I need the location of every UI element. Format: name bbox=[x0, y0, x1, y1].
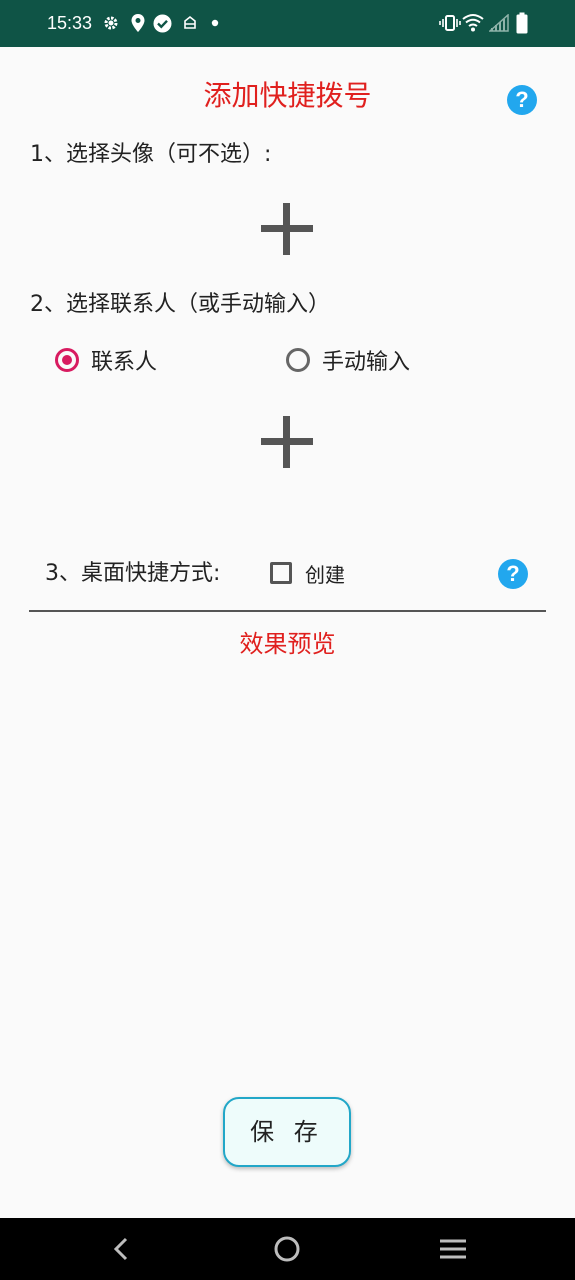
title-help-icon[interactable]: ? bbox=[507, 85, 537, 115]
cloud-icon bbox=[184, 15, 196, 29]
navigation-bar bbox=[0, 1218, 575, 1280]
recents-menu-icon[interactable] bbox=[439, 1238, 467, 1260]
check-circle-icon bbox=[153, 14, 172, 33]
step3-label: 3、桌面快捷方式: bbox=[45, 561, 221, 586]
save-button[interactable]: 保 存 bbox=[223, 1097, 351, 1167]
preview-label: 效果预览 bbox=[239, 630, 336, 658]
settings-icon bbox=[104, 16, 118, 30]
page-title: 添加快捷拨号 bbox=[203, 79, 372, 112]
shortcut-help-icon[interactable]: ? bbox=[498, 559, 528, 589]
radio-checked-icon bbox=[55, 348, 79, 372]
radio-manual-input[interactable]: 手动输入 bbox=[286, 344, 410, 376]
signal-icon bbox=[489, 14, 509, 32]
choose-contact-button[interactable] bbox=[257, 412, 317, 472]
radio-contact[interactable]: 联系人 bbox=[55, 344, 157, 376]
radio-manual-label: 手动输入 bbox=[322, 350, 411, 375]
notification-dot-icon bbox=[211, 19, 219, 27]
status-time: 15:33 bbox=[47, 13, 93, 33]
create-shortcut-checkbox[interactable] bbox=[270, 562, 292, 584]
create-shortcut-label: 创建 bbox=[305, 563, 345, 587]
step1-label: 1、选择头像（可不选）: bbox=[30, 142, 272, 167]
screen: 15:33 添加快捷拨号 ? 1、选择头像（可不选）: 2、选择联系人（或手动输… bbox=[0, 0, 575, 1280]
home-icon[interactable] bbox=[273, 1235, 301, 1263]
divider bbox=[29, 610, 546, 612]
choose-avatar-button[interactable] bbox=[257, 199, 317, 259]
radio-unchecked-icon bbox=[286, 348, 310, 372]
location-icon bbox=[131, 14, 145, 32]
radio-contact-label: 联系人 bbox=[91, 350, 158, 375]
wifi-icon bbox=[462, 14, 484, 32]
status-bar: 15:33 bbox=[0, 0, 575, 47]
battery-icon bbox=[516, 12, 528, 34]
vibrate-icon bbox=[439, 15, 461, 31]
step2-label: 2、选择联系人（或手动输入） bbox=[30, 292, 330, 317]
back-icon[interactable] bbox=[110, 1236, 134, 1262]
